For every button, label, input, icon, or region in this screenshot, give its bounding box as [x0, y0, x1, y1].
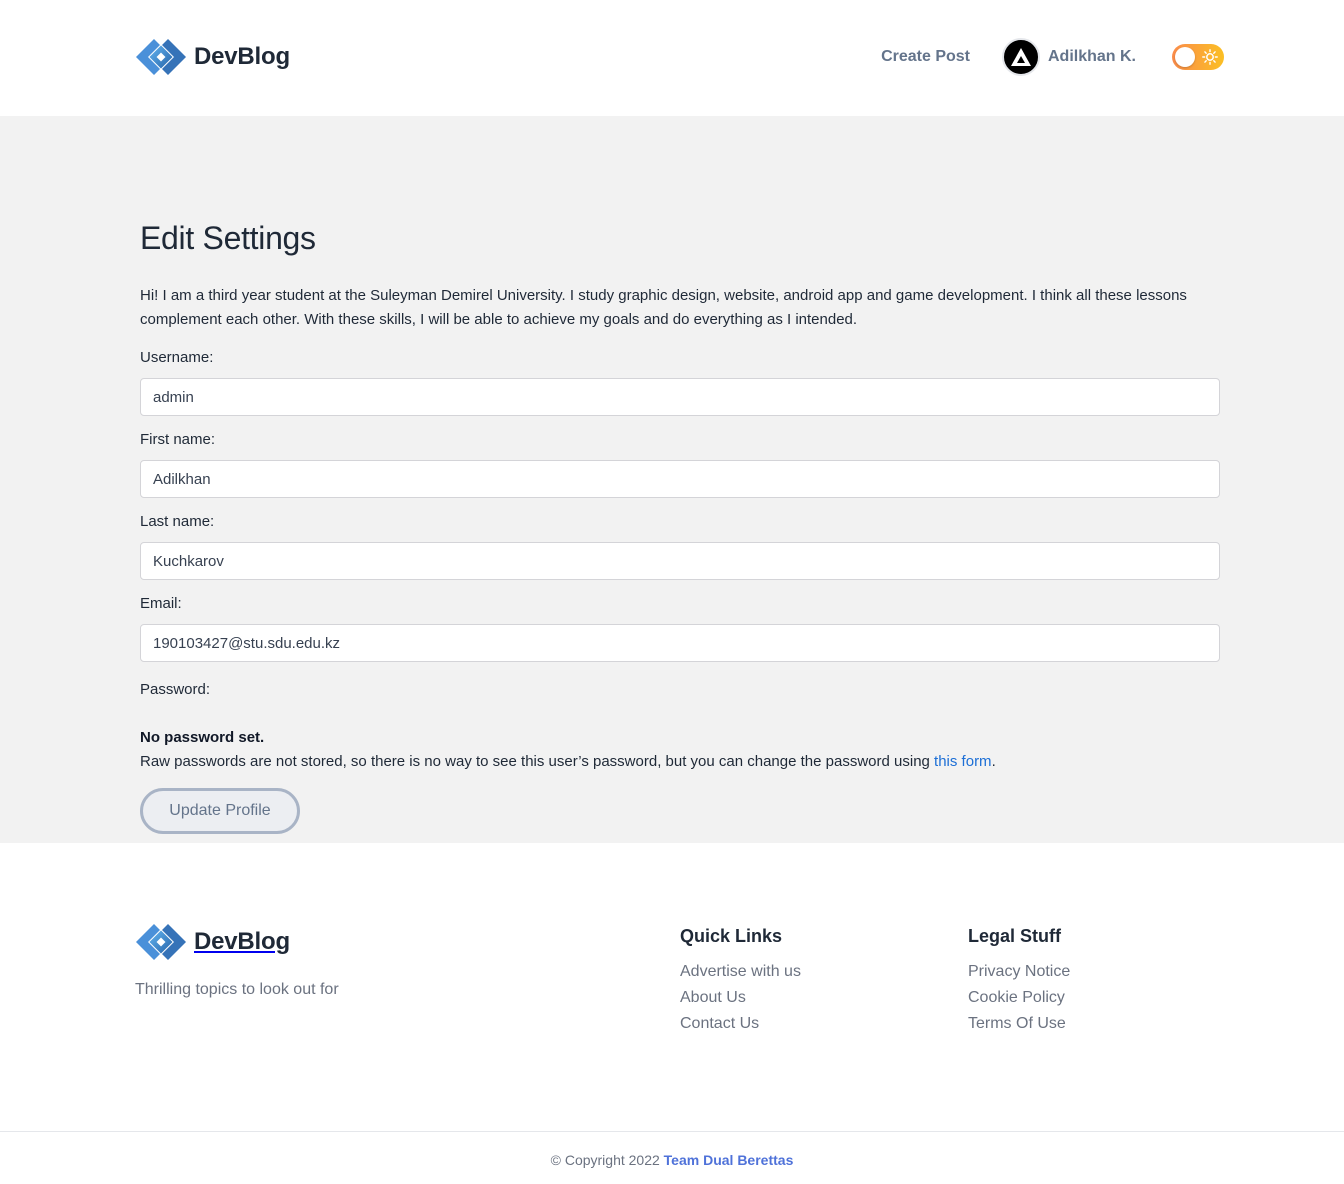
first-name-input[interactable] — [140, 460, 1220, 498]
team-link[interactable]: Team Dual Berettas — [664, 1152, 794, 1168]
settings-form: Edit Settings Hi! I am a third year stud… — [140, 216, 1220, 834]
user-name: Adilkhan K. — [1047, 48, 1136, 65]
avatar-triangle-icon — [1010, 48, 1031, 66]
site-footer: DevBlog Thrilling topics to look out for… — [0, 843, 1344, 1131]
password-status: No password set. — [140, 729, 265, 746]
create-post-link[interactable]: Create Post — [881, 48, 970, 66]
username-input[interactable] — [140, 378, 1220, 416]
main-content: Edit Settings Hi! I am a third year stud… — [0, 116, 1344, 843]
footer-tagline: Thrilling topics to look out for — [135, 981, 339, 998]
footer-link-contact[interactable]: Contact Us — [680, 1011, 801, 1037]
footer-logo[interactable]: DevBlog — [134, 922, 290, 962]
brand-name: DevBlog — [194, 43, 290, 70]
password-help-suffix: . — [991, 753, 996, 770]
update-profile-button[interactable]: Update Profile — [140, 788, 300, 834]
password-label: Password: — [140, 681, 211, 698]
user-menu[interactable]: Adilkhan K. — [1001, 38, 1136, 76]
devblog-logo-icon — [136, 39, 186, 75]
quick-links-title: Quick Links — [680, 926, 783, 946]
footer-link-privacy[interactable]: Privacy Notice — [968, 959, 1070, 985]
change-password-link[interactable]: this form — [934, 753, 992, 770]
footer-link-cookie[interactable]: Cookie Policy — [968, 985, 1070, 1011]
username-label: Username: — [140, 349, 214, 366]
header-logo[interactable]: DevBlog — [134, 37, 290, 77]
devblog-logo-icon — [136, 924, 186, 960]
password-help: Raw passwords are not stored, so there i… — [140, 752, 1220, 772]
footer-link-advertise[interactable]: Advertise with us — [680, 959, 801, 985]
copyright: © Copyright 2022 Team Dual Berettas — [551, 1152, 794, 1168]
last-name-input[interactable] — [140, 542, 1220, 580]
password-help-text: Raw passwords are not stored, so there i… — [140, 753, 935, 770]
toggle-knob — [1175, 47, 1195, 67]
email-label: Email: — [140, 595, 182, 612]
copyright-bar: © Copyright 2022 Team Dual Berettas — [0, 1131, 1344, 1184]
avatar — [1001, 38, 1040, 76]
legal-column: Legal Stuff Privacy Notice Cookie Policy… — [968, 925, 1070, 1037]
footer-link-terms[interactable]: Terms Of Use — [968, 1011, 1070, 1037]
theme-toggle[interactable] — [1172, 44, 1224, 70]
sun-icon — [1202, 49, 1218, 65]
first-name-label: First name: — [140, 431, 216, 448]
email-input[interactable] — [140, 624, 1220, 662]
page-title: Edit Settings — [140, 220, 316, 256]
footer-link-about[interactable]: About Us — [680, 985, 801, 1011]
site-header: DevBlog Create Post Adilkhan K. — [0, 0, 1344, 116]
footer-brand-name: DevBlog — [194, 928, 290, 955]
last-name-label: Last name: — [140, 513, 215, 530]
quick-links-column: Quick Links Advertise with us About Us C… — [680, 925, 801, 1037]
legal-title: Legal Stuff — [968, 926, 1061, 946]
user-bio: Hi! I am a third year student at the Sul… — [140, 287, 1187, 328]
copyright-text: © Copyright 2022 — [550, 1152, 664, 1168]
header-nav: Create Post Adilkhan K. — [881, 38, 1224, 76]
